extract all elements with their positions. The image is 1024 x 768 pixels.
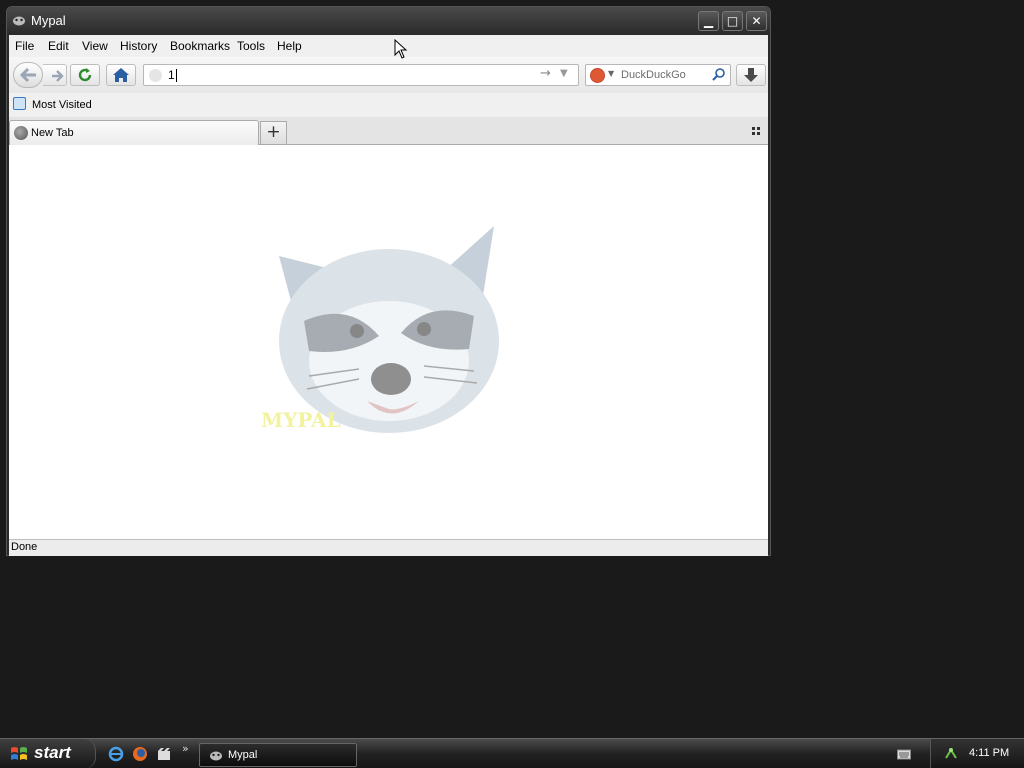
menu-bar: File Edit View History Bookmarks Tools H…: [9, 35, 768, 57]
download-icon: [744, 68, 758, 82]
navigation-toolbar: 1 → ▼ ▼ DuckDuckGo: [9, 57, 768, 93]
browser-client-area: File Edit View History Bookmarks Tools H…: [9, 35, 768, 556]
forward-icon: [52, 70, 64, 82]
page-content[interactable]: MYPAL: [9, 145, 768, 540]
mypal-raccoon-logo: MYPAL: [261, 226, 499, 433]
back-icon: [19, 67, 36, 83]
close-button[interactable]: ✕: [746, 11, 767, 31]
keyboard-icon[interactable]: [897, 748, 911, 760]
most-visited-folder-icon: [13, 97, 26, 110]
plus-icon: +: [266, 122, 281, 142]
tab-new-tab[interactable]: New Tab: [9, 120, 259, 145]
logo-text: MYPAL: [261, 408, 341, 432]
status-bar: Done: [9, 539, 768, 556]
windows-flag-icon: [11, 747, 27, 760]
taskbar: start » Mypal 4:11 PM: [0, 738, 1024, 768]
forward-button[interactable]: [43, 64, 67, 86]
home-icon: [113, 68, 129, 82]
menu-tools[interactable]: Tools: [237, 39, 265, 53]
quicklaunch-more-icon[interactable]: »: [182, 742, 189, 755]
list-all-tabs-icon[interactable]: [752, 127, 761, 136]
system-tray: 4:11 PM: [930, 739, 1024, 768]
maximize-button[interactable]: □: [722, 11, 743, 31]
ie-quicklaunch-icon[interactable]: [108, 746, 124, 762]
close-icon: ✕: [751, 14, 762, 28]
site-identity-icon: [149, 69, 162, 82]
search-placeholder: DuckDuckGo: [621, 69, 686, 81]
go-arrow-icon[interactable]: →: [540, 66, 551, 81]
reload-icon: [78, 68, 92, 82]
taskbar-mypal-label: Mypal: [228, 749, 258, 761]
home-button[interactable]: [106, 64, 136, 86]
media-quicklaunch-icon[interactable]: [156, 746, 172, 762]
search-icon[interactable]: [711, 66, 727, 84]
mypal-app-icon: [13, 16, 25, 26]
firefox-quicklaunch-icon[interactable]: [132, 746, 148, 762]
clock[interactable]: 4:11 PM: [969, 747, 1009, 759]
tab-label: New Tab: [31, 127, 74, 139]
network-tray-icon[interactable]: [943, 746, 959, 762]
text-cursor: [175, 69, 177, 83]
menu-bookmarks[interactable]: Bookmarks: [170, 39, 230, 53]
menu-file[interactable]: File: [15, 39, 34, 53]
maximize-icon: □: [726, 14, 739, 28]
window-title: Mypal: [31, 13, 66, 28]
menu-view[interactable]: View: [82, 39, 108, 53]
url-bar[interactable]: 1 → ▼: [143, 64, 579, 86]
browser-window: Mypal ▁ □ ✕ File Edit View History Bookm…: [6, 6, 771, 556]
menu-history[interactable]: History: [120, 39, 157, 53]
menu-edit[interactable]: Edit: [48, 39, 69, 53]
menu-help[interactable]: Help: [277, 39, 302, 53]
bookmark-most-visited[interactable]: Most Visited: [32, 99, 92, 111]
back-button[interactable]: [13, 62, 43, 88]
url-history-dropdown-icon[interactable]: ▼: [560, 68, 568, 79]
search-engine-dropdown-icon[interactable]: ▼: [608, 69, 614, 78]
status-text: Done: [11, 541, 38, 553]
mypal-task-icon: [210, 751, 222, 761]
tab-globe-icon: [14, 126, 28, 140]
tab-bar: New Tab +: [9, 117, 768, 145]
title-bar[interactable]: Mypal ▁ □ ✕: [7, 7, 770, 35]
url-input-value[interactable]: 1: [168, 68, 175, 82]
new-tab-button[interactable]: +: [260, 121, 287, 145]
start-label: start: [34, 743, 71, 762]
reload-button[interactable]: [70, 64, 100, 86]
start-button[interactable]: start: [0, 739, 96, 768]
duckduckgo-engine-icon[interactable]: [590, 68, 605, 83]
mouse-pointer-icon: [394, 39, 408, 59]
minimize-icon: ▁: [703, 14, 714, 28]
bookmarks-toolbar: Most Visited: [9, 93, 768, 117]
search-bar[interactable]: ▼ DuckDuckGo: [585, 64, 731, 86]
download-button[interactable]: [736, 64, 766, 86]
taskbar-mypal-button[interactable]: Mypal: [199, 743, 357, 767]
minimize-button[interactable]: ▁: [698, 11, 719, 31]
